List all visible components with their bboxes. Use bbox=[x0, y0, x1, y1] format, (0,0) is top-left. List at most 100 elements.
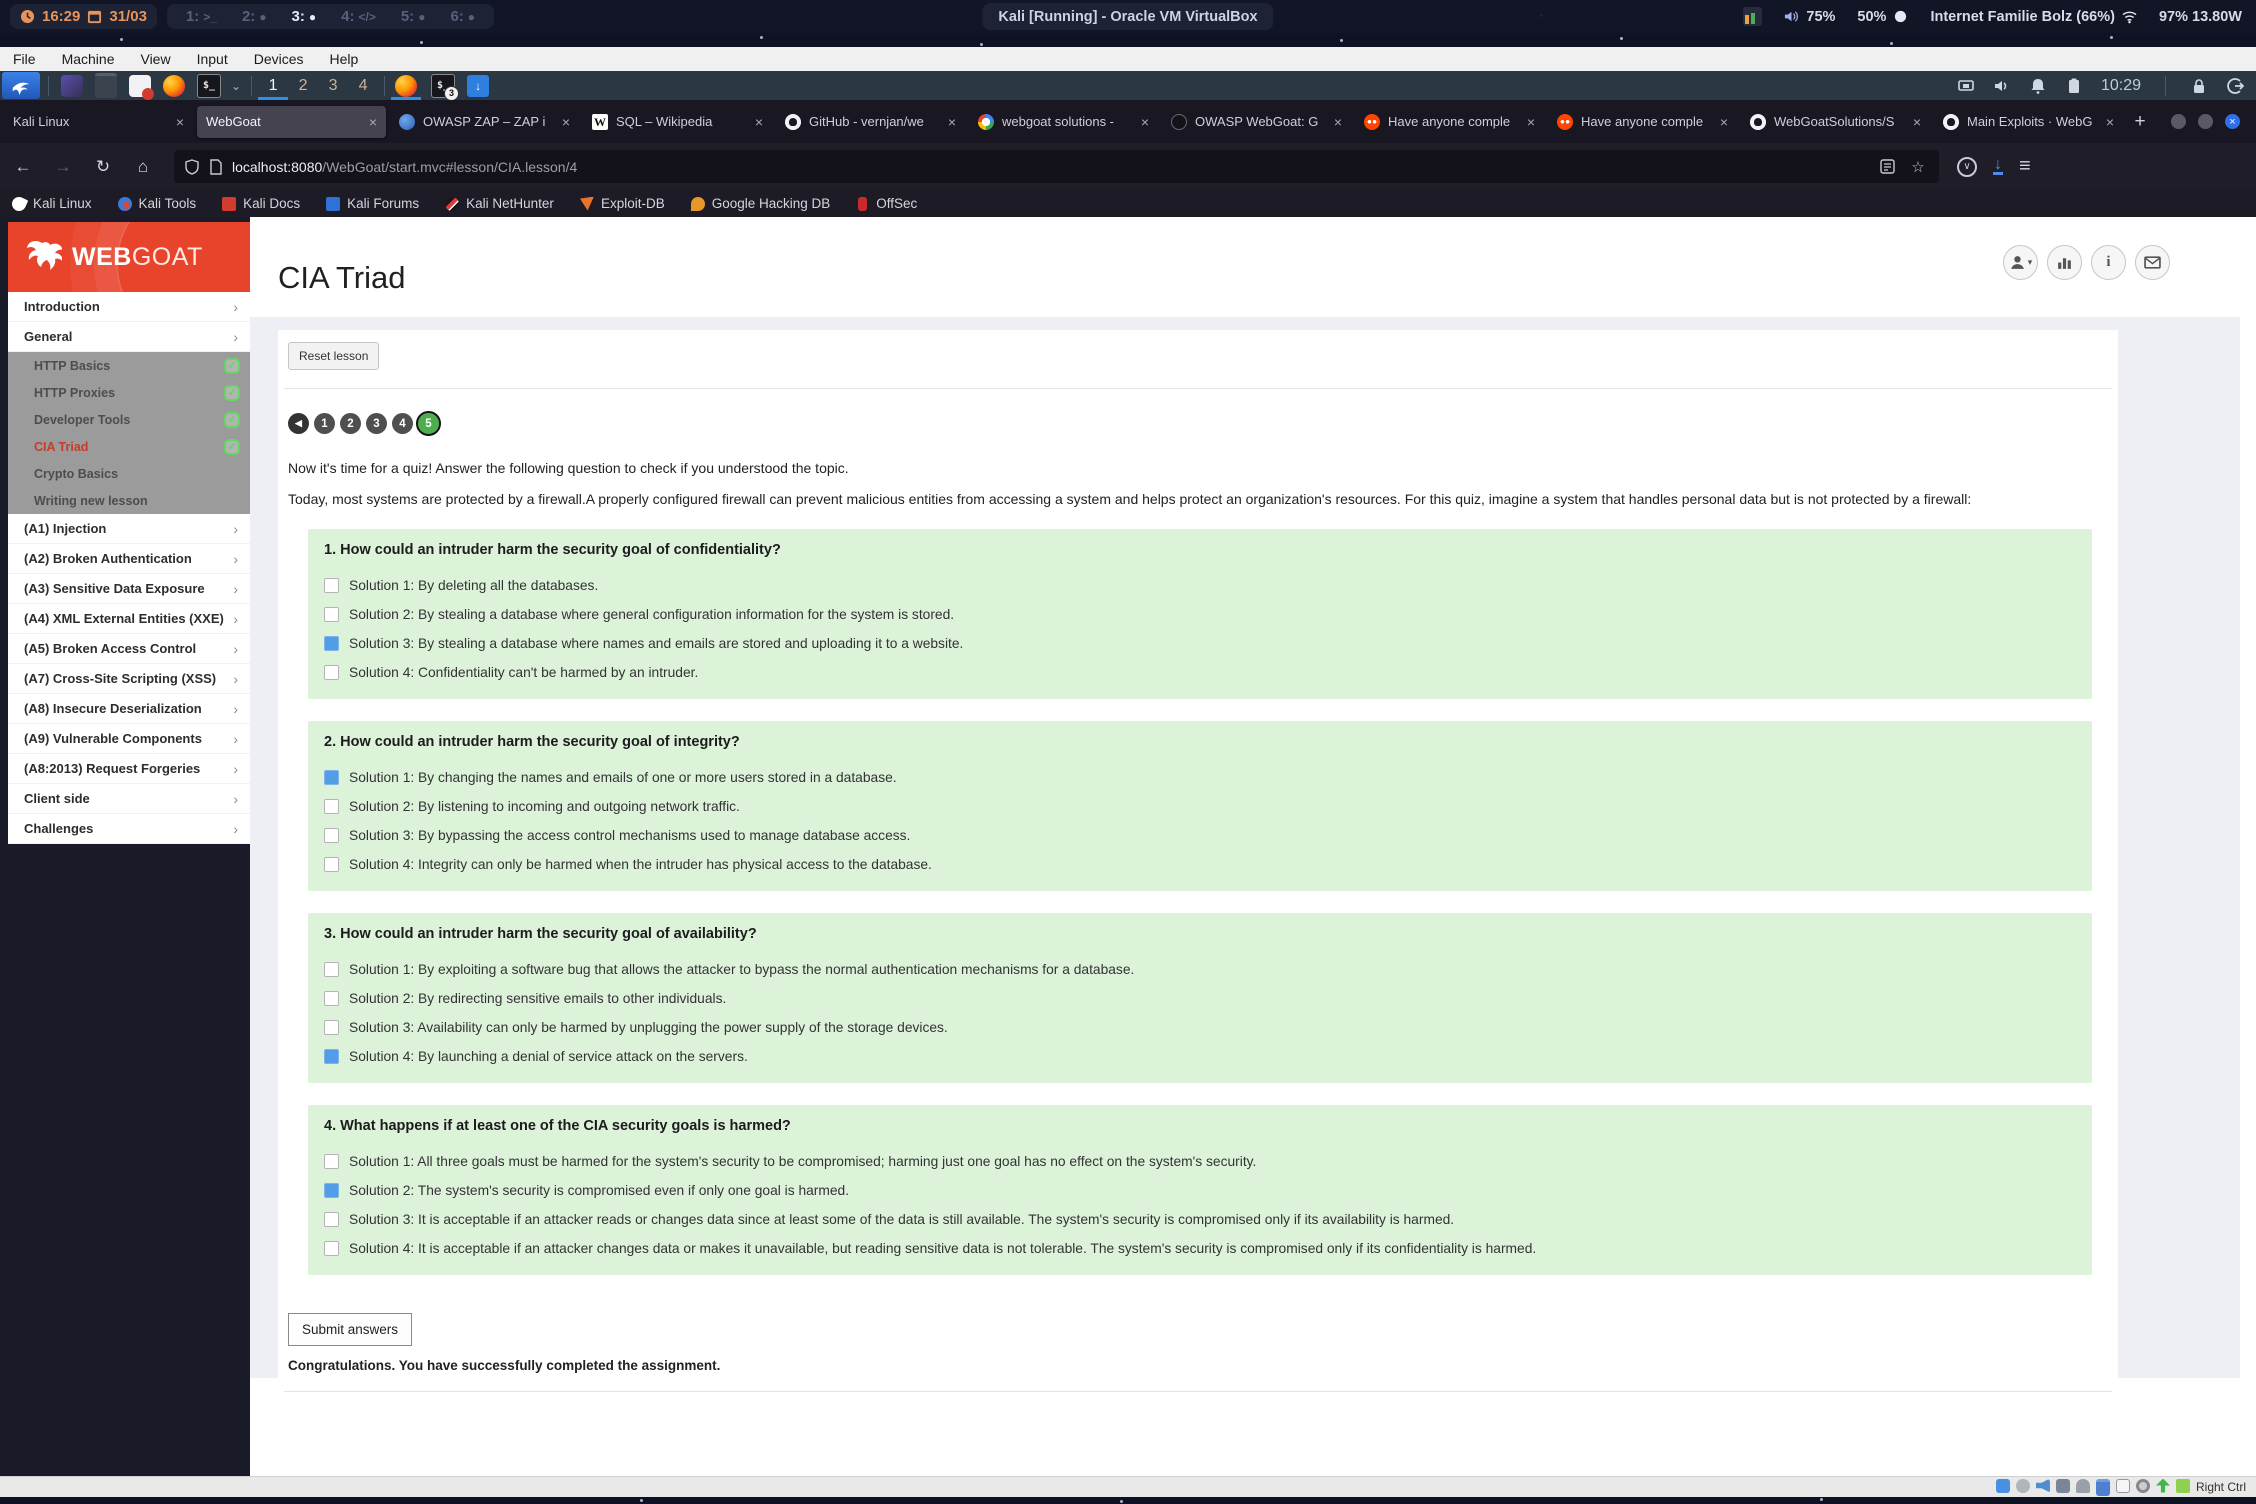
sidebar-item--a1-injection[interactable]: (A1) Injection› bbox=[8, 514, 250, 544]
answer-option[interactable]: Solution 1: By deleting all the database… bbox=[324, 571, 2076, 600]
url-bar[interactable]: localhost:8080/WebGoat/start.mvc#lesson/… bbox=[174, 150, 1939, 183]
checkbox-checked[interactable] bbox=[324, 770, 339, 785]
kali-menu-button[interactable] bbox=[2, 72, 40, 99]
tab-close-icon[interactable]: × bbox=[1334, 114, 1342, 130]
keyboard-status-icon[interactable] bbox=[2176, 1479, 2190, 1493]
contact-button[interactable] bbox=[2135, 245, 2170, 280]
volume-icon[interactable] bbox=[1993, 77, 2011, 95]
browser-tab[interactable]: Have anyone comple× bbox=[1355, 106, 1544, 138]
bookmark-docs[interactable]: Kali Docs bbox=[222, 196, 300, 211]
checkbox-checked[interactable] bbox=[324, 1183, 339, 1198]
menu-input[interactable]: Input bbox=[184, 51, 241, 67]
host-workspace-1[interactable]: 1:>_ bbox=[177, 8, 226, 25]
report-card-button[interactable] bbox=[2047, 245, 2082, 280]
sidebar-item--a8-2013-request-forgeries[interactable]: (A8:2013) Request Forgeries› bbox=[8, 754, 250, 784]
shared-folders-status-icon[interactable] bbox=[2096, 1479, 2110, 1496]
sidebar-lesson-crypto-basics[interactable]: Crypto Basics bbox=[8, 460, 250, 487]
taskbar-window-downloads[interactable]: ↓ bbox=[467, 75, 489, 97]
minimize-button[interactable] bbox=[2171, 114, 2186, 129]
sidebar-lesson-cia-triad[interactable]: CIA Triad✓ bbox=[8, 433, 250, 460]
reset-lesson-button[interactable]: Reset lesson bbox=[288, 342, 379, 370]
optical-status-icon[interactable] bbox=[2016, 1479, 2030, 1493]
bookmark-star-icon[interactable]: ☆ bbox=[1907, 156, 1929, 178]
lock-screen-icon[interactable] bbox=[2190, 77, 2208, 95]
answer-option[interactable]: Solution 2: By listening to incoming and… bbox=[324, 792, 2076, 821]
usb-status-icon[interactable] bbox=[2076, 1479, 2090, 1493]
answer-option[interactable]: Solution 4: Confidentiality can't be har… bbox=[324, 658, 2076, 687]
answer-option[interactable]: Solution 3: Availability can only be har… bbox=[324, 1013, 2076, 1042]
browser-tab[interactable]: OWASP WebGoat: G× bbox=[1162, 106, 1351, 138]
app-indicator-icon[interactable] bbox=[1743, 7, 1762, 26]
reload-button[interactable]: ↻ bbox=[86, 152, 120, 182]
network-icon[interactable] bbox=[1957, 77, 1975, 95]
network-status-icon[interactable] bbox=[2056, 1479, 2070, 1493]
about-button[interactable]: i bbox=[2091, 245, 2126, 280]
webgoat-logo[interactable]: WEBGOAT bbox=[8, 222, 250, 292]
user-menu-button[interactable]: ▾ bbox=[2003, 245, 2038, 280]
tab-close-icon[interactable]: × bbox=[948, 114, 956, 130]
bookmark-ghdb[interactable]: Google Hacking DB bbox=[691, 196, 831, 211]
checkbox-unchecked[interactable] bbox=[324, 991, 339, 1006]
checkbox-unchecked[interactable] bbox=[324, 799, 339, 814]
browser-tab[interactable]: GitHub - vernjan/we× bbox=[776, 106, 965, 138]
menu-view[interactable]: View bbox=[127, 51, 183, 67]
pocket-icon[interactable]: ∨ bbox=[1957, 157, 1977, 177]
guest-workspace-1[interactable]: 1 bbox=[258, 73, 288, 100]
sidebar-item--a5-broken-access-control[interactable]: (A5) Broken Access Control› bbox=[8, 634, 250, 664]
sidebar-item-general[interactable]: General› bbox=[8, 322, 250, 352]
sidebar-item-introduction[interactable]: Introduction› bbox=[8, 292, 250, 322]
tab-close-icon[interactable]: × bbox=[1527, 114, 1535, 130]
pager-page-2[interactable]: 2 bbox=[340, 413, 361, 434]
page-info-icon[interactable] bbox=[209, 159, 223, 175]
sidebar-item--a4-xml-external-entities-xxe-[interactable]: (A4) XML External Entities (XXE)› bbox=[8, 604, 250, 634]
sidebar-item-client-side[interactable]: Client side› bbox=[8, 784, 250, 814]
checkbox-unchecked[interactable] bbox=[324, 962, 339, 977]
checkbox-unchecked[interactable] bbox=[324, 1241, 339, 1256]
answer-option[interactable]: Solution 2: By redirecting sensitive ema… bbox=[324, 984, 2076, 1013]
host-clock-widget[interactable]: 16:29 31/03 bbox=[10, 4, 157, 29]
new-tab-button[interactable]: + bbox=[2125, 107, 2155, 137]
launcher-dropdown-icon[interactable]: ⌄ bbox=[231, 79, 241, 93]
browser-tab[interactable]: Have anyone comple× bbox=[1548, 106, 1737, 138]
guest-workspace-2[interactable]: 2 bbox=[288, 73, 318, 100]
bookmark-exploitdb[interactable]: Exploit-DB bbox=[580, 196, 665, 211]
forward-button[interactable]: → bbox=[46, 152, 80, 182]
answer-option[interactable]: Solution 2: The system's security is com… bbox=[324, 1176, 2076, 1205]
browser-tab[interactable]: OWASP ZAP – ZAP i× bbox=[390, 106, 579, 138]
notifications-icon[interactable] bbox=[2029, 77, 2047, 95]
tab-close-icon[interactable]: × bbox=[369, 114, 377, 130]
host-workspace-2[interactable]: 2:● bbox=[233, 8, 276, 25]
answer-option[interactable]: Solution 1: By changing the names and em… bbox=[324, 763, 2076, 792]
clipboard-status-icon[interactable] bbox=[2116, 1479, 2130, 1493]
firefox-launcher[interactable] bbox=[163, 75, 185, 97]
close-button[interactable]: × bbox=[2225, 114, 2240, 129]
bookmark-offsec[interactable]: OffSec bbox=[856, 196, 917, 211]
host-workspace-switcher[interactable]: 1:>_2:●3:●4:</>5:●6:● bbox=[167, 4, 494, 29]
mouse-status-icon[interactable] bbox=[2156, 1479, 2170, 1493]
pager-page-5[interactable]: 5 bbox=[418, 413, 439, 434]
checkbox-unchecked[interactable] bbox=[324, 1020, 339, 1035]
answer-option[interactable]: Solution 2: By stealing a database where… bbox=[324, 600, 2076, 629]
text-editor-launcher[interactable] bbox=[129, 75, 151, 97]
checkbox-checked[interactable] bbox=[324, 636, 339, 651]
power-indicator[interactable]: 97% 13.80W bbox=[2159, 9, 2242, 25]
guest-workspace-4[interactable]: 4 bbox=[348, 73, 378, 100]
checkbox-unchecked[interactable] bbox=[324, 828, 339, 843]
browser-tab[interactable]: Kali Linux× bbox=[4, 106, 193, 138]
checkbox-checked[interactable] bbox=[324, 1049, 339, 1064]
bookmark-nethunter[interactable]: Kali NetHunter bbox=[445, 196, 554, 211]
taskbar-window-terminal[interactable]: $_3 bbox=[431, 74, 455, 98]
guest-workspace-3[interactable]: 3 bbox=[318, 73, 348, 100]
audio-status-icon[interactable] bbox=[2036, 1479, 2050, 1493]
sidebar-lesson-writing-new-lesson[interactable]: Writing new lesson bbox=[8, 487, 250, 514]
host-workspace-6[interactable]: 6:● bbox=[441, 8, 484, 25]
file-manager-launcher[interactable] bbox=[95, 73, 117, 98]
tab-close-icon[interactable]: × bbox=[562, 114, 570, 130]
sidebar-lesson-http-proxies[interactable]: HTTP Proxies✓ bbox=[8, 379, 250, 406]
answer-option[interactable]: Solution 1: All three goals must be harm… bbox=[324, 1147, 2076, 1176]
sidebar-lesson-developer-tools[interactable]: Developer Tools✓ bbox=[8, 406, 250, 433]
answer-option[interactable]: Solution 1: By exploiting a software bug… bbox=[324, 955, 2076, 984]
recording-status-icon[interactable] bbox=[2136, 1479, 2150, 1493]
answer-option[interactable]: Solution 4: By launching a denial of ser… bbox=[324, 1042, 2076, 1071]
sidebar-item--a9-vulnerable-components[interactable]: (A9) Vulnerable Components› bbox=[8, 724, 250, 754]
